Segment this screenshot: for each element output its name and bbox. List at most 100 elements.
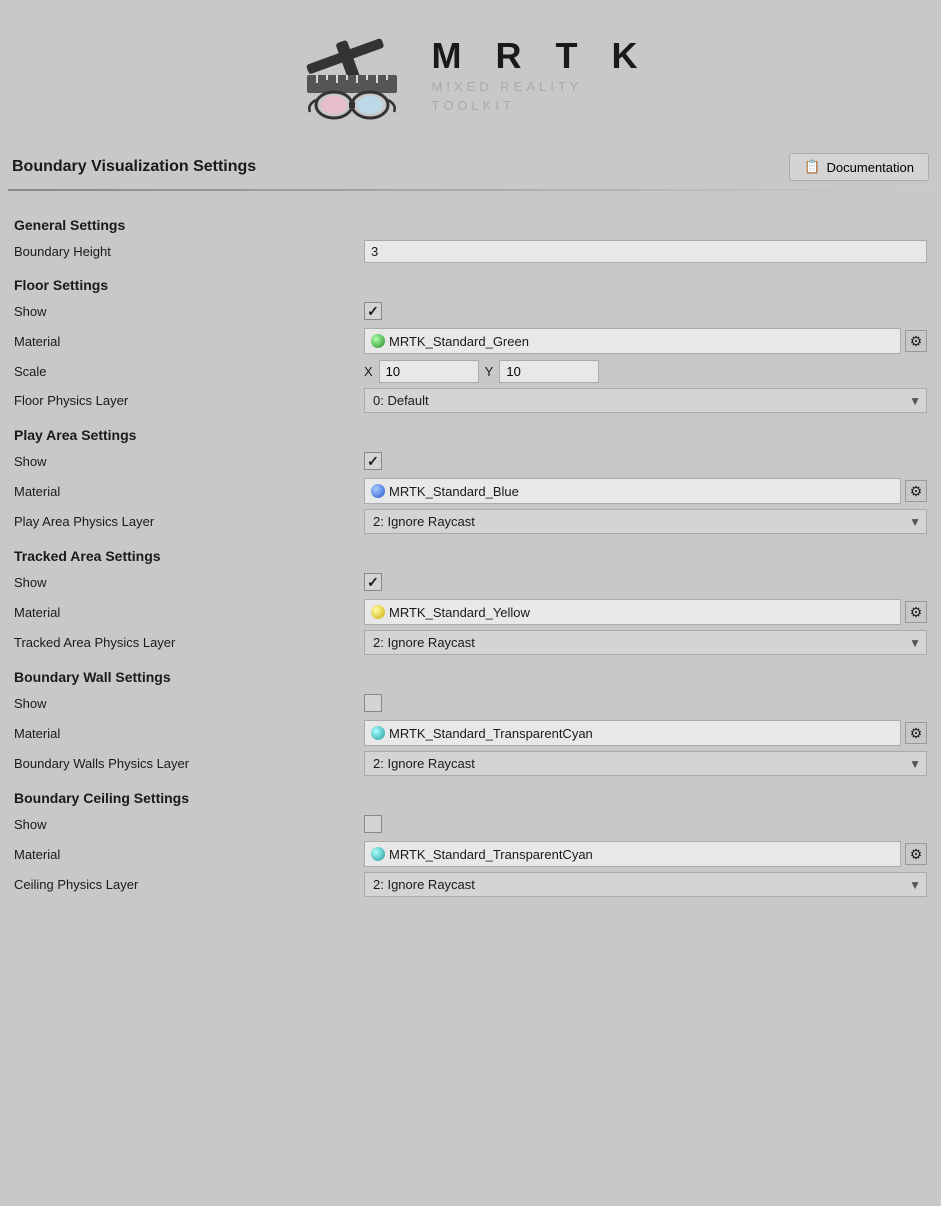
ceiling-material-dot — [371, 847, 385, 861]
wall-material-row: Material MRTK_Standard_TransparentCyan ⚙ — [14, 720, 927, 746]
floor-material-field[interactable]: MRTK_Standard_Green — [364, 328, 901, 354]
wall-show-checkbox[interactable] — [364, 694, 382, 712]
play-area-settings-title: Play Area Settings — [14, 427, 927, 443]
ceiling-material-name: MRTK_Standard_TransparentCyan — [389, 847, 593, 862]
play-show-label: Show — [14, 454, 364, 469]
ceiling-material-value: MRTK_Standard_TransparentCyan ⚙ — [364, 841, 927, 867]
play-show-row: Show — [14, 449, 927, 473]
wall-material-value: MRTK_Standard_TransparentCyan ⚙ — [364, 720, 927, 746]
floor-settings-title: Floor Settings — [14, 277, 927, 293]
wall-material-dot — [371, 726, 385, 740]
ceiling-physics-select-wrapper: 0: Default 1: TransparentFX 2: Ignore Ra… — [364, 872, 927, 897]
floor-material-dot — [371, 334, 385, 348]
floor-scale-y-input[interactable] — [499, 360, 599, 383]
main-content: General Settings Boundary Height Floor S… — [0, 191, 941, 914]
tracked-physics-select[interactable]: 0: Default 1: TransparentFX 2: Ignore Ra… — [364, 630, 927, 655]
play-show-value — [364, 452, 927, 470]
floor-scale-label: Scale — [14, 364, 364, 379]
ceiling-physics-label: Ceiling Physics Layer — [14, 877, 364, 892]
brand-sub2: TOOLKIT — [432, 96, 650, 116]
floor-scale-x-label: X — [364, 364, 373, 379]
wall-material-name: MRTK_Standard_TransparentCyan — [389, 726, 593, 741]
play-physics-value: 0: Default 1: TransparentFX 2: Ignore Ra… — [364, 509, 927, 534]
floor-show-value — [364, 302, 927, 320]
ceiling-physics-row: Ceiling Physics Layer 0: Default 1: Tran… — [14, 872, 927, 897]
ceiling-material-field[interactable]: MRTK_Standard_TransparentCyan — [364, 841, 901, 867]
floor-scale-y-label: Y — [485, 364, 494, 379]
documentation-button[interactable]: 📋 Documentation — [789, 153, 929, 181]
wall-show-row: Show — [14, 691, 927, 715]
ceiling-material-gear[interactable]: ⚙ — [905, 843, 927, 865]
boundary-ceiling-settings-title: Boundary Ceiling Settings — [14, 790, 927, 806]
ceiling-show-row: Show — [14, 812, 927, 836]
wall-physics-label: Boundary Walls Physics Layer — [14, 756, 364, 771]
floor-physics-select-wrapper: 0: Default 1: TransparentFX 2: Ignore Ra… — [364, 388, 927, 413]
tracked-physics-value: 0: Default 1: TransparentFX 2: Ignore Ra… — [364, 630, 927, 655]
boundary-height-input[interactable] — [364, 240, 927, 263]
ceiling-physics-value: 0: Default 1: TransparentFX 2: Ignore Ra… — [364, 872, 927, 897]
ceiling-material-row: Material MRTK_Standard_TransparentCyan ⚙ — [14, 841, 927, 867]
floor-material-label: Material — [14, 334, 364, 349]
boundary-wall-settings-title: Boundary Wall Settings — [14, 669, 927, 685]
doc-button-label: Documentation — [827, 160, 914, 175]
floor-show-row: Show — [14, 299, 927, 323]
play-material-gear[interactable]: ⚙ — [905, 480, 927, 502]
tracked-material-gear[interactable]: ⚙ — [905, 601, 927, 623]
page-title: Boundary Visualization Settings — [12, 158, 256, 176]
floor-physics-select[interactable]: 0: Default 1: TransparentFX 2: Ignore Ra… — [364, 388, 927, 413]
play-physics-row: Play Area Physics Layer 0: Default 1: Tr… — [14, 509, 927, 534]
wall-material-field[interactable]: MRTK_Standard_TransparentCyan — [364, 720, 901, 746]
wall-show-label: Show — [14, 696, 364, 711]
floor-show-label: Show — [14, 304, 364, 319]
floor-scale-x-input[interactable] — [379, 360, 479, 383]
floor-physics-row: Floor Physics Layer 0: Default 1: Transp… — [14, 388, 927, 413]
floor-physics-value: 0: Default 1: TransparentFX 2: Ignore Ra… — [364, 388, 927, 413]
floor-material-gear[interactable]: ⚙ — [905, 330, 927, 352]
play-physics-select-wrapper: 0: Default 1: TransparentFX 2: Ignore Ra… — [364, 509, 927, 534]
floor-show-checkbox[interactable] — [364, 302, 382, 320]
doc-icon: 📋 — [804, 159, 820, 175]
play-material-value: MRTK_Standard_Blue ⚙ — [364, 478, 927, 504]
play-show-checkbox[interactable] — [364, 452, 382, 470]
tracked-material-row: Material MRTK_Standard_Yellow ⚙ — [14, 599, 927, 625]
play-material-field[interactable]: MRTK_Standard_Blue — [364, 478, 901, 504]
floor-physics-label: Floor Physics Layer — [14, 393, 364, 408]
wall-material-gear[interactable]: ⚙ — [905, 722, 927, 744]
tracked-physics-select-wrapper: 0: Default 1: TransparentFX 2: Ignore Ra… — [364, 630, 927, 655]
play-material-name: MRTK_Standard_Blue — [389, 484, 519, 499]
ceiling-material-label: Material — [14, 847, 364, 862]
ceiling-show-label: Show — [14, 817, 364, 832]
brand-sub1: MIXED REALITY — [432, 77, 650, 97]
tracked-show-value — [364, 573, 927, 591]
tracked-material-name: MRTK_Standard_Yellow — [389, 605, 530, 620]
tracked-show-checkbox[interactable] — [364, 573, 382, 591]
ceiling-show-checkbox[interactable] — [364, 815, 382, 833]
wall-show-value — [364, 694, 927, 712]
mrtk-logo — [292, 20, 412, 130]
wall-physics-value: 0: Default 1: TransparentFX 2: Ignore Ra… — [364, 751, 927, 776]
title-bar: Boundary Visualization Settings 📋 Docume… — [0, 145, 941, 189]
wall-material-label: Material — [14, 726, 364, 741]
tracked-show-label: Show — [14, 575, 364, 590]
floor-scale-inputs: X Y — [364, 360, 927, 383]
general-settings-title: General Settings — [14, 217, 927, 233]
floor-material-value: MRTK_Standard_Green ⚙ — [364, 328, 927, 354]
floor-material-row: Material MRTK_Standard_Green ⚙ — [14, 328, 927, 354]
tracked-physics-row: Tracked Area Physics Layer 0: Default 1:… — [14, 630, 927, 655]
tracked-area-settings-title: Tracked Area Settings — [14, 548, 927, 564]
play-physics-select[interactable]: 0: Default 1: TransparentFX 2: Ignore Ra… — [364, 509, 927, 534]
header: M R T K MIXED REALITY TOOLKIT — [0, 0, 941, 145]
brand-title: M R T K — [432, 35, 650, 77]
boundary-height-value — [364, 240, 927, 263]
floor-scale-value: X Y — [364, 360, 927, 383]
tracked-material-label: Material — [14, 605, 364, 620]
ceiling-show-value — [364, 815, 927, 833]
wall-physics-select[interactable]: 0: Default 1: TransparentFX 2: Ignore Ra… — [364, 751, 927, 776]
play-material-dot — [371, 484, 385, 498]
wall-physics-select-wrapper: 0: Default 1: TransparentFX 2: Ignore Ra… — [364, 751, 927, 776]
ceiling-physics-select[interactable]: 0: Default 1: TransparentFX 2: Ignore Ra… — [364, 872, 927, 897]
play-material-label: Material — [14, 484, 364, 499]
play-physics-label: Play Area Physics Layer — [14, 514, 364, 529]
boundary-height-label: Boundary Height — [14, 244, 364, 259]
tracked-material-field[interactable]: MRTK_Standard_Yellow — [364, 599, 901, 625]
